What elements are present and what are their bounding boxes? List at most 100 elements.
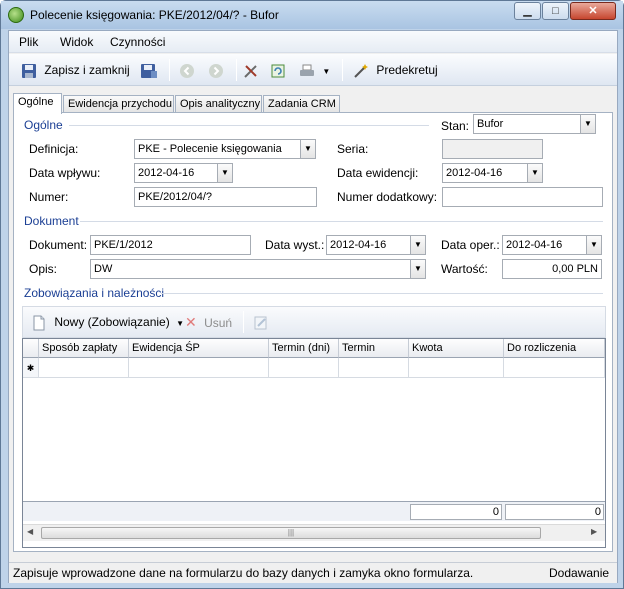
data-wplywu-date-picker[interactable]: 2012-04-16 ▼ [134,163,233,183]
tools-icon [243,63,259,79]
refresh-icon [270,63,286,79]
liabilities-toolbar: Nowy (Zobowiązanie) ▼ ✕ Usuń [22,306,606,338]
close-button[interactable]: ✕ [570,2,616,20]
tab-ogolne[interactable]: Ogólne [13,93,62,114]
predekretuj-button[interactable]: Predekretuj [353,60,438,80]
previous-button[interactable] [179,60,195,80]
new-liability-button[interactable]: Nowy (Zobowiązanie) ▼ [31,312,184,332]
status-bar: Zapisuje wprowadzone dane na formularzu … [9,562,617,583]
chevron-down-icon[interactable]: ▼ [176,319,184,328]
form-client-area: Plik Widok Czynności Zapisz i zamknij ▼ … [8,30,618,583]
definicja-select[interactable]: PKE - Polecenie księgowania ▼ [134,139,316,159]
title-bar[interactable]: Polecenie księgowania: PKE/2012/04/? - B… [1,1,623,29]
edit-liability-button[interactable] [253,312,269,332]
menu-czynnosci[interactable]: Czynności [110,35,165,49]
new-row-cell[interactable] [269,358,339,378]
toolbar-separator [236,59,237,81]
chevron-down-icon[interactable]: ▼ [410,236,425,254]
scroll-thumb[interactable]: ||| [41,527,541,539]
status-message: Zapisuje wprowadzone dane na formularzu … [13,566,474,580]
stan-label: Stan: [441,119,470,133]
tools-button[interactable] [243,60,259,80]
tab-ewidencja-przychodu[interactable]: Ewidencja przychodu [63,95,174,113]
new-row-cell[interactable] [409,358,504,378]
menu-widok[interactable]: Widok [60,35,93,49]
new-row-cell[interactable] [339,358,409,378]
stan-select[interactable]: Bufor ▼ [473,114,596,134]
scroll-right-icon[interactable]: ▶ [591,527,597,536]
toolbar-separator [243,311,244,333]
grid-summary-row: 0 0 [23,501,605,521]
chevron-down-icon[interactable]: ▼ [527,164,542,182]
print-button[interactable]: ▼ [299,60,330,80]
column-header-termin[interactable]: Termin [339,339,409,358]
save-close-label: Zapisz i zamknij [44,63,130,77]
data-ewidencji-label: Data ewidencji: [337,166,419,180]
data-oper-value: 2012-04-16 [506,239,563,251]
data-ewidencji-date-picker[interactable]: 2012-04-16 ▼ [442,163,543,183]
chevron-down-icon[interactable]: ▼ [300,140,315,158]
horizontal-scrollbar[interactable]: ◀ ||| ▶ [23,524,605,541]
data-oper-date-picker[interactable]: 2012-04-16 ▼ [502,235,602,255]
menu-plik[interactable]: Plik [19,35,38,49]
save-close-button[interactable]: Zapisz i zamknij [21,60,130,80]
liabilities-grid[interactable]: Sposób zapłaty Ewidencja ŚP Termin (dni)… [22,338,606,548]
minimize-button[interactable]: ▁ [514,2,541,20]
data-wplywu-value: 2012-04-16 [138,167,195,179]
chevron-down-icon: ▼ [322,67,331,76]
predekretuj-label: Predekretuj [376,63,438,77]
opis-select[interactable]: DW ▼ [90,259,426,279]
group-title-ogolne: Ogólne [24,118,63,132]
data-wyst-date-picker[interactable]: 2012-04-16 ▼ [326,235,426,255]
status-mode: Dodawanie [549,566,610,580]
arrow-left-icon [179,63,195,79]
definicja-value: PKE - Polecenie księgowania [138,143,282,155]
column-header-kwota[interactable]: Kwota [409,339,504,358]
main-toolbar: Zapisz i zamknij ▼ Predekretuj [9,54,617,86]
numer-field[interactable]: PKE/2012/04/? [134,187,317,207]
tab-zadania-crm[interactable]: Zadania CRM [263,95,340,113]
maximize-button[interactable]: □ [542,2,569,20]
window-title: Polecenie księgowania: PKE/2012/04/? - B… [30,8,279,22]
new-row-marker: ✱ [23,358,39,378]
delete-liability-button[interactable]: ✕ Usuń [185,312,232,332]
new-row-cell[interactable] [129,358,269,378]
delete-icon: ✕ [185,314,197,330]
toolbar-separator [342,59,343,81]
column-header-ewidencja-sp[interactable]: Ewidencja ŚP [129,339,269,358]
opis-value: DW [94,263,113,275]
app-window: Polecenie księgowania: PKE/2012/04/? - B… [0,0,624,589]
new-document-icon [31,315,47,331]
opis-label: Opis: [29,262,58,276]
tab-opis-analityczny[interactable]: Opis analityczny [175,95,262,113]
new-row-cell[interactable] [39,358,129,378]
save-icon [21,63,37,79]
numer-dodatkowy-field[interactable] [442,187,603,207]
data-oper-label: Data oper.: [441,238,500,252]
save-button[interactable] [140,60,157,80]
chevron-down-icon[interactable]: ▼ [580,115,595,133]
column-header-termin-dni[interactable]: Termin (dni) [269,339,339,358]
next-button[interactable] [208,60,224,80]
new-liability-label: Nowy (Zobowiązanie) [54,315,170,329]
dokument-field[interactable]: PKE/1/2012 [90,235,251,255]
seria-field[interactable] [442,139,543,159]
wand-icon [353,63,369,79]
scroll-left-icon[interactable]: ◀ [27,527,33,536]
numer-label: Numer: [29,190,69,204]
column-header-do-rozliczenia[interactable]: Do rozliczenia [504,339,605,358]
column-header-sposob-zaplaty[interactable]: Sposób zapłaty [39,339,129,358]
arrow-right-icon [208,63,224,79]
save-as-icon [140,63,157,79]
wartosc-field[interactable]: 0,00 PLN [502,259,602,279]
dokument-label: Dokument: [29,238,88,252]
data-wplywu-label: Data wpływu: [29,166,101,180]
chevron-down-icon[interactable]: ▼ [217,164,232,182]
data-wyst-value: 2012-04-16 [330,239,387,251]
chevron-down-icon[interactable]: ▼ [410,260,425,278]
new-row-cell[interactable] [504,358,605,378]
group-title-zobowiazania: Zobowiązania i należności [24,286,165,300]
menu-bar: Plik Widok Czynności [9,31,617,53]
chevron-down-icon[interactable]: ▼ [586,236,601,254]
refresh-button[interactable] [270,60,286,80]
